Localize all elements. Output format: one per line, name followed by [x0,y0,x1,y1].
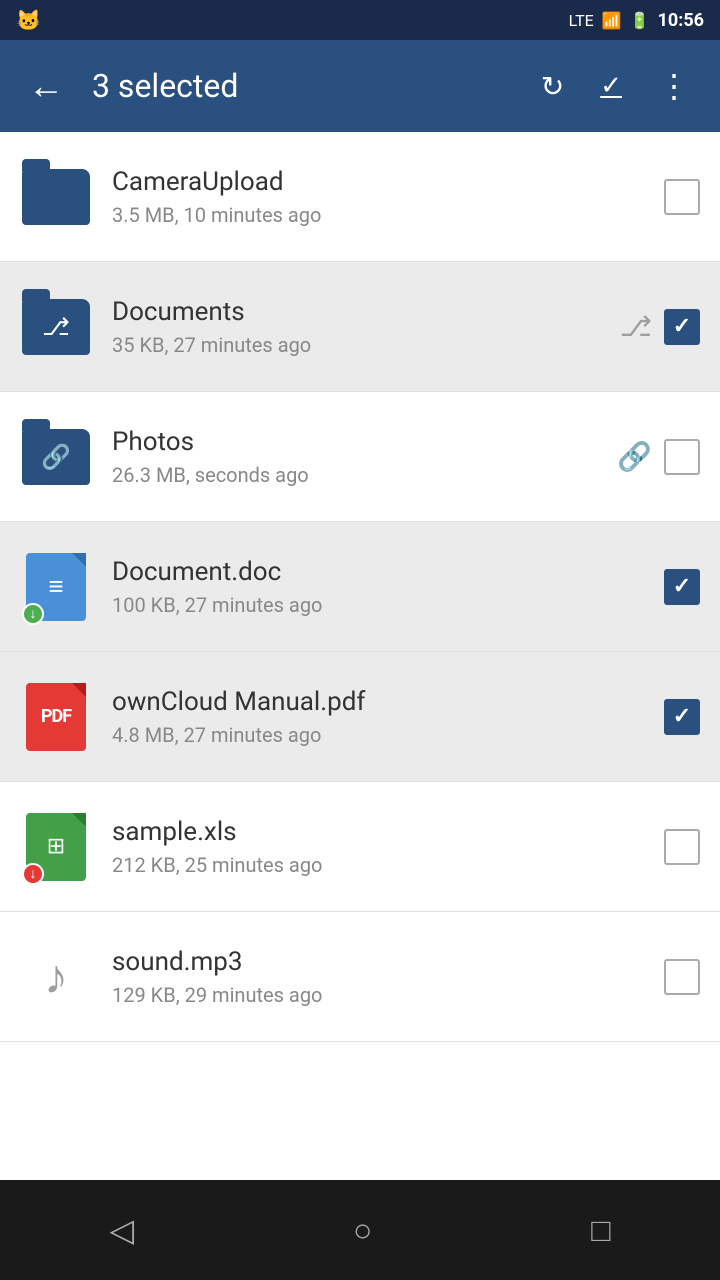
file-meta: 26.3 MB, seconds ago [112,463,597,487]
file-actions [664,829,700,865]
file-icon-wrap [20,161,92,233]
file-info: Document.doc 100 KB, 27 minutes ago [112,557,644,617]
file-icon-wrap: PDF [20,681,92,753]
bottom-nav: ◁ ○ □ [0,1180,720,1280]
file-meta: 129 KB, 29 minutes ago [112,983,644,1007]
list-item[interactable]: 🔗 Photos 26.3 MB, seconds ago 🔗 [0,392,720,522]
home-nav-button[interactable]: ○ [313,1201,412,1259]
share-action-icon[interactable]: ⎇ [620,310,652,343]
folder-icon [22,169,90,225]
list-item[interactable]: ♪ sound.mp3 129 KB, 29 minutes ago [0,912,720,1042]
list-item[interactable]: ⎇ Documents 35 KB, 27 minutes ago ⎇ [0,262,720,392]
file-actions [664,959,700,995]
xls-icon: ⊞ ↓ [26,813,86,881]
file-icon-wrap: ≡ ↓ [20,551,92,623]
file-meta: 100 KB, 27 minutes ago [112,593,644,617]
file-name: sound.mp3 [112,947,644,977]
file-actions [664,179,700,215]
recent-nav-button[interactable]: □ [551,1201,650,1259]
xls-inner-icon: ⊞ [47,834,65,859]
lte-icon: LTE [569,11,594,30]
checkbox[interactable] [664,179,700,215]
file-icon-wrap: ⊞ ↓ [20,811,92,883]
list-item[interactable]: ≡ ↓ Document.doc 100 KB, 27 minutes ago [0,522,720,652]
file-name: ownCloud Manual.pdf [112,687,644,717]
list-item[interactable]: ⊞ ↓ sample.xls 212 KB, 25 minutes ago [0,782,720,912]
file-name: CameraUpload [112,167,644,197]
pdf-inner-icon: PDF [41,706,71,727]
file-name: Documents [112,297,600,327]
file-name: sample.xls [112,817,644,847]
pdf-icon: PDF [26,683,86,751]
status-bar-app-icon: 🐱 [16,8,41,32]
file-actions: ⎇ [620,309,700,345]
sync-badge: ↓ [22,863,44,885]
file-meta: 3.5 MB, 10 minutes ago [112,203,644,227]
app-bar-title: 3 selected [92,67,513,105]
mp3-icon: ♪ [26,943,86,1011]
file-info: Photos 26.3 MB, seconds ago [112,427,597,487]
checkbox[interactable] [664,829,700,865]
list-item[interactable]: CameraUpload 3.5 MB, 10 minutes ago [0,132,720,262]
status-bar: 🐱 LTE 📶 🔋 10:56 [0,0,720,40]
app-bar: ← 3 selected ↻ ✓ ⋮ [0,40,720,132]
download-badge: ↓ [22,603,44,625]
file-actions [664,699,700,735]
doc-inner-icon: ≡ [48,571,63,602]
file-actions: 🔗 [617,439,700,475]
status-time: 10:56 [658,10,704,31]
link-inner-icon: 🔗 [41,443,71,471]
file-meta: 35 KB, 27 minutes ago [112,333,600,357]
select-all-button[interactable]: ✓ [592,63,630,109]
checkbox[interactable] [664,959,700,995]
checkbox[interactable] [664,439,700,475]
link-action-icon[interactable]: 🔗 [617,440,652,473]
file-icon-wrap: ⎇ [20,291,92,363]
list-item[interactable]: PDF ownCloud Manual.pdf 4.8 MB, 27 minut… [0,652,720,782]
file-info: sample.xls 212 KB, 25 minutes ago [112,817,644,877]
file-name: Document.doc [112,557,644,587]
signal-icon: 📶 [602,11,622,30]
share-inner-icon: ⎇ [42,313,70,341]
file-info: ownCloud Manual.pdf 4.8 MB, 27 minutes a… [112,687,644,747]
refresh-button[interactable]: ↻ [533,62,572,111]
back-button[interactable]: ← [20,57,72,115]
checkbox[interactable] [664,569,700,605]
folder-link-icon: 🔗 [22,429,90,485]
checkbox[interactable] [664,309,700,345]
file-info: Documents 35 KB, 27 minutes ago [112,297,600,357]
file-list: CameraUpload 3.5 MB, 10 minutes ago ⎇ Do… [0,132,720,1180]
file-icon-wrap: 🔗 [20,421,92,493]
back-nav-button[interactable]: ◁ [69,1201,174,1259]
file-icon-wrap: ♪ [20,941,92,1013]
doc-icon: ≡ ↓ [26,553,86,621]
file-meta: 4.8 MB, 27 minutes ago [112,723,644,747]
file-actions [664,569,700,605]
battery-icon: 🔋 [630,11,650,30]
file-name: Photos [112,427,597,457]
mp3-inner-icon: ♪ [44,948,68,1005]
file-meta: 212 KB, 25 minutes ago [112,853,644,877]
folder-share-icon: ⎇ [22,299,90,355]
more-options-button[interactable]: ⋮ [650,59,700,113]
file-info: sound.mp3 129 KB, 29 minutes ago [112,947,644,1007]
file-info: CameraUpload 3.5 MB, 10 minutes ago [112,167,644,227]
checkbox[interactable] [664,699,700,735]
